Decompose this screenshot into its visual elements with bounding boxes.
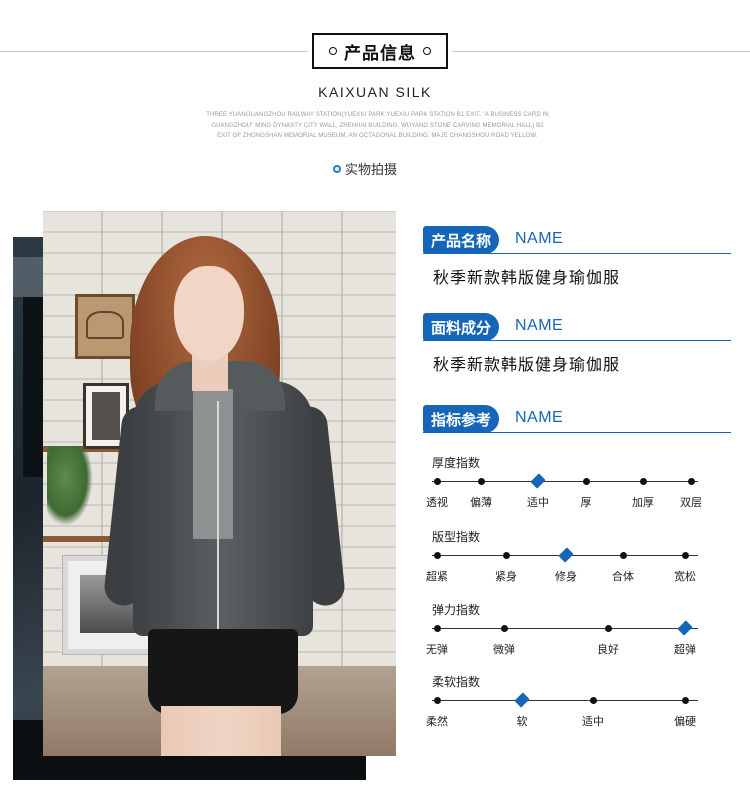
scale-label: 超紧	[426, 570, 448, 583]
fabric-tag-en: NAME	[515, 317, 564, 334]
product-photo-main	[43, 211, 396, 756]
scale-mark-dot	[501, 625, 508, 632]
scale-title: 柔软指数	[432, 675, 481, 689]
scale-title: 弹力指数	[432, 603, 481, 617]
scale-label: 偏硬	[674, 715, 696, 728]
real-shot-caption: 实物拍摄	[333, 159, 397, 178]
scale-label: 适中	[527, 496, 549, 509]
scale-mark-dot	[620, 552, 627, 559]
scale-label: 良好	[597, 643, 619, 656]
scale-indicator-diamond-icon	[677, 620, 693, 636]
scale-label: 修身	[555, 570, 577, 583]
fabric-underline	[423, 340, 731, 341]
scale-label: 偏薄	[470, 496, 492, 509]
scale-label: 无弹	[426, 643, 448, 656]
scale-indicator-diamond-icon	[558, 547, 574, 563]
scale-mark-dot	[434, 552, 441, 559]
scale-mark-dot	[503, 552, 510, 559]
scale-indicator-diamond-icon	[514, 692, 530, 708]
scale-title: 厚度指数	[432, 456, 481, 470]
scale-label: 软	[516, 715, 528, 728]
fabric-value: 秋季新款韩版健身瑜伽服	[433, 355, 621, 374]
section-title-box: 产品信息	[312, 33, 448, 69]
scale-label: 柔然	[426, 715, 448, 728]
scale-title: 版型指数	[432, 530, 481, 544]
product-name-underline	[423, 253, 731, 254]
scale-mark-dot	[590, 697, 597, 704]
index-tag: 指标参考	[423, 405, 500, 433]
scale-mark-dot	[605, 625, 612, 632]
scale-mark-dot	[478, 478, 485, 485]
scale-label: 紧身	[495, 570, 517, 583]
scale-track	[432, 700, 698, 701]
scale-label: 厚	[580, 496, 592, 509]
scale-indicator-diamond-icon	[530, 473, 546, 489]
circle-ornament-icon	[329, 47, 337, 55]
scale-mark-dot	[640, 478, 647, 485]
header-divider-right	[452, 51, 750, 52]
decorative-description: THREE YUANGUANGZHOU RAILWAY STATION(YUEX…	[206, 112, 549, 139]
scale-mark-dot	[583, 478, 590, 485]
product-name-value: 秋季新款韩版健身瑜伽服	[433, 268, 621, 287]
scale-label: 超弹	[674, 643, 696, 656]
section-title: 产品信息	[344, 43, 416, 64]
index-tag-en: NAME	[515, 409, 564, 426]
scale-label: 双层	[680, 496, 702, 509]
index-underline	[423, 432, 731, 433]
target-dot-icon	[333, 164, 341, 173]
scale-track	[432, 481, 698, 482]
scale-mark-dot	[682, 697, 689, 704]
scale-mark-dot	[682, 552, 689, 559]
header-divider-left	[0, 51, 308, 52]
scale-mark-dot	[434, 625, 441, 632]
scale-label: 适中	[582, 715, 604, 728]
scale-track	[432, 628, 698, 629]
circle-ornament-icon	[423, 47, 431, 55]
scale-label: 宽松	[674, 570, 696, 583]
scale-label: 合体	[612, 570, 634, 583]
real-shot-label: 实物拍摄	[345, 163, 398, 178]
scale-mark-dot	[688, 478, 695, 485]
product-name-tag: 产品名称	[423, 226, 500, 254]
scale-mark-dot	[434, 478, 441, 485]
scale-label: 加厚	[632, 496, 654, 509]
scale-label: 微弹	[493, 643, 515, 656]
product-name-tag-en: NAME	[515, 230, 564, 247]
scale-mark-dot	[434, 697, 441, 704]
fabric-tag: 面料成分	[423, 313, 500, 341]
scale-label: 透视	[426, 496, 448, 509]
brand-subtitle: KAIXUAN SILK	[318, 84, 432, 100]
